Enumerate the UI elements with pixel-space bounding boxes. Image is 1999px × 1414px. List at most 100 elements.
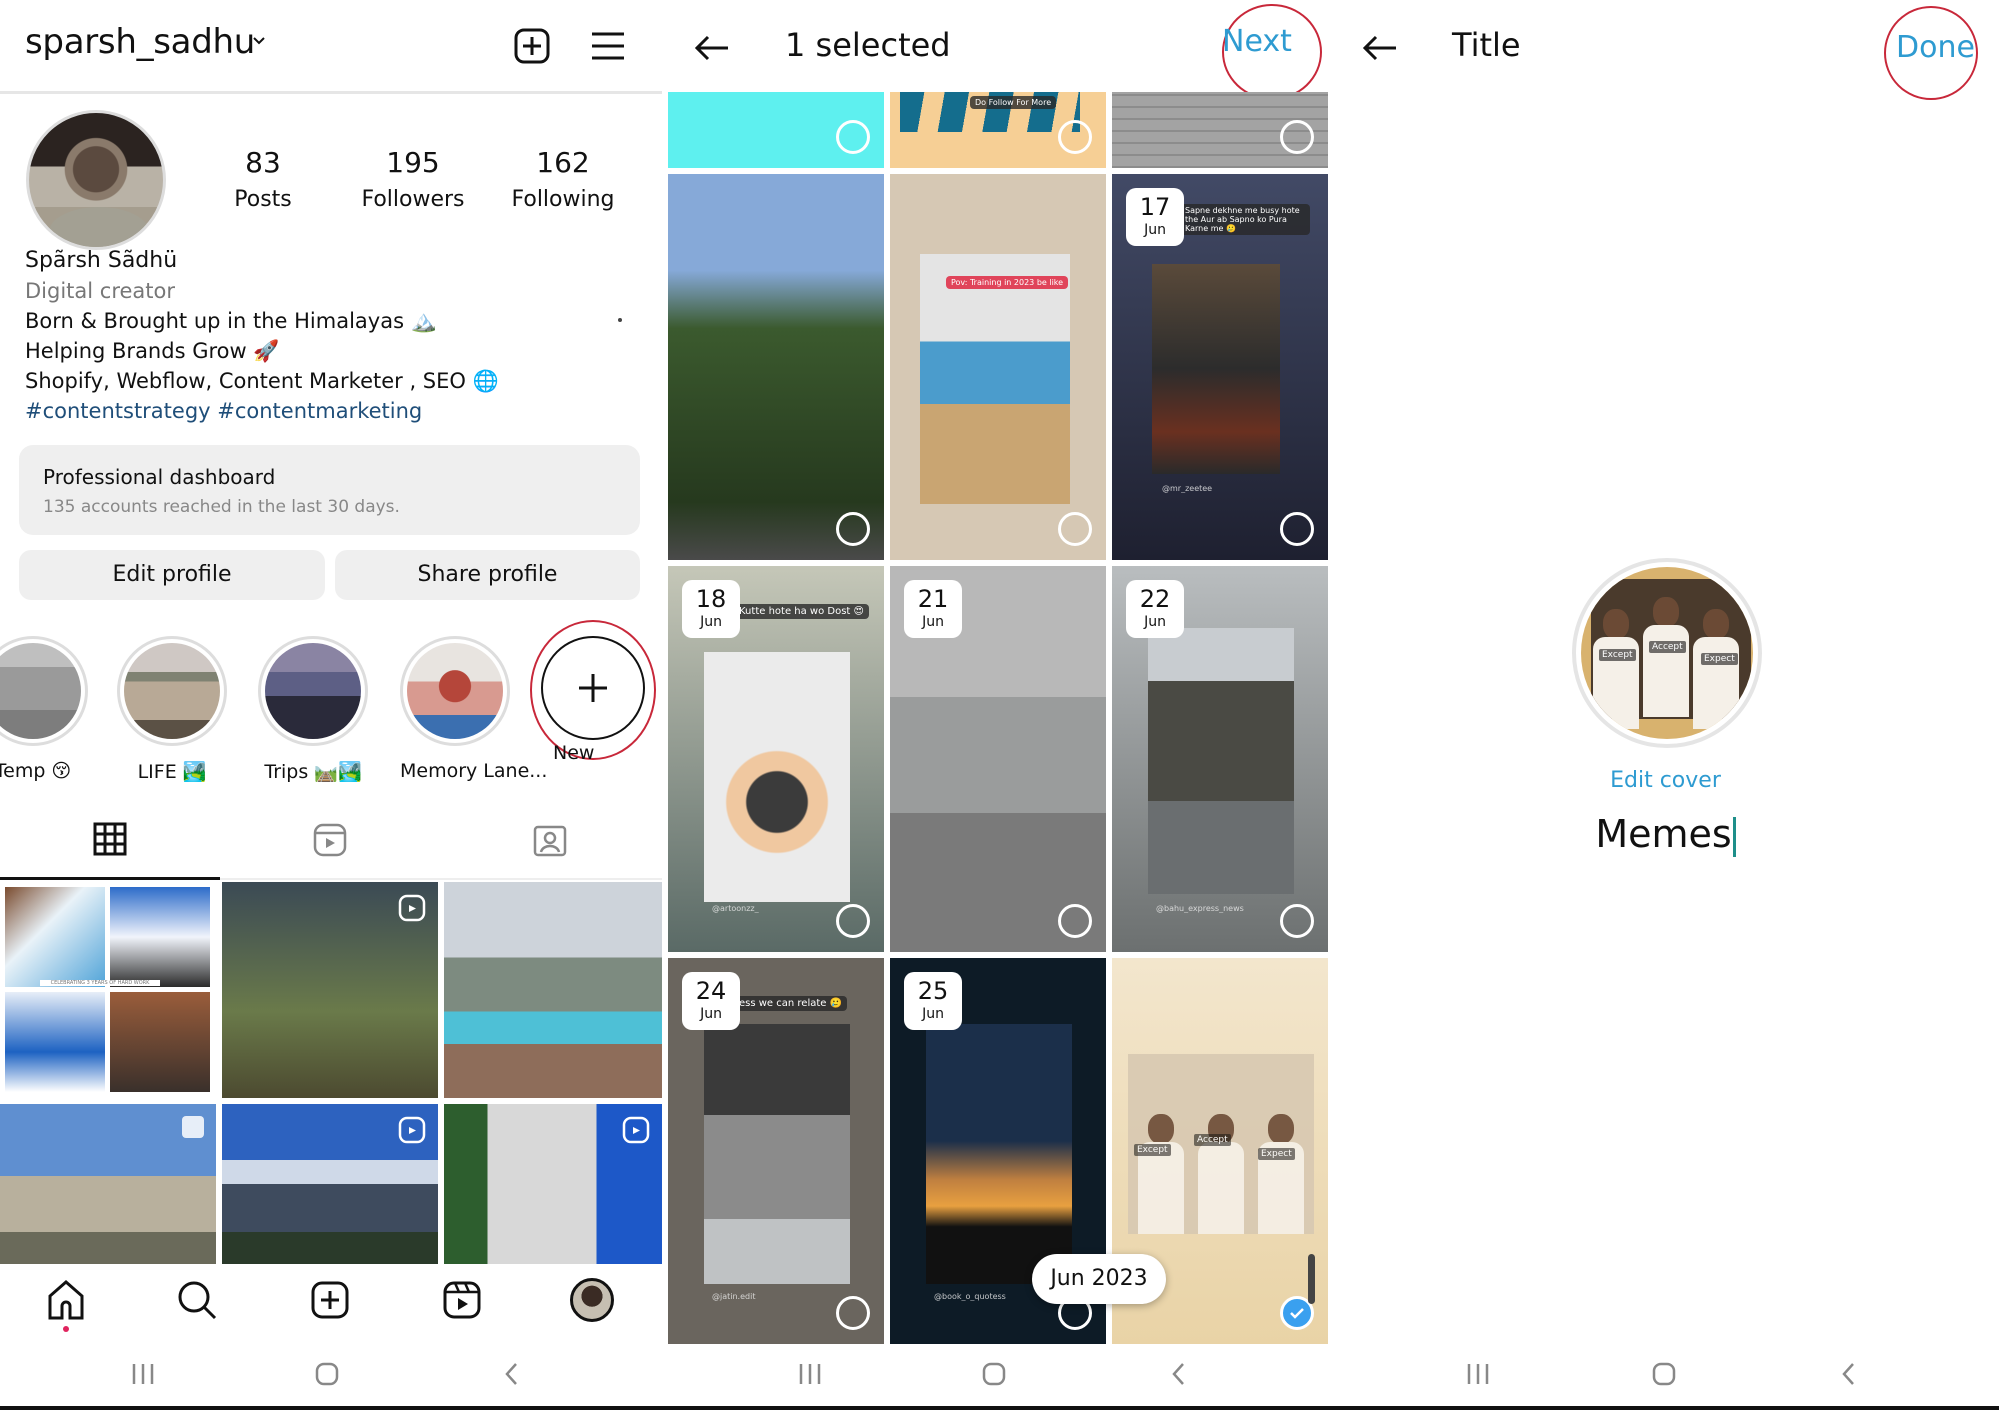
cover-label: Accept — [1649, 641, 1686, 653]
highlight-title-input[interactable]: Memes — [1332, 812, 1999, 857]
date-day: 21 — [917, 585, 949, 613]
date-month: Jun — [922, 1006, 944, 1022]
meme-label: Except — [1134, 1144, 1171, 1156]
edit-cover-link[interactable]: Edit cover — [1332, 768, 1999, 793]
story-tile[interactable]: Do Follow For More — [890, 92, 1106, 168]
story-tile[interactable] — [1112, 92, 1328, 168]
story-handle: @jatin.edit — [712, 1292, 756, 1301]
reel-badge-icon — [622, 1116, 650, 1144]
posts-count: 83 — [245, 146, 281, 179]
recent-apps-icon[interactable] — [790, 1356, 830, 1392]
tagged-icon — [533, 825, 567, 857]
post-tile[interactable] — [222, 1104, 438, 1264]
story-tile[interactable]: Pov: Training in 2023 be like — [890, 174, 1106, 560]
followers-stat[interactable]: 195 Followers — [343, 146, 483, 212]
menu-icon[interactable] — [588, 26, 628, 66]
post-tile[interactable] — [0, 1104, 216, 1264]
story-tile[interactable]: ess we can relate 🥲 @jatin.edit 24 Jun — [668, 958, 884, 1344]
story-tile[interactable]: Sapne dekhne me busy hote the Aur ab Sap… — [1112, 174, 1328, 560]
profile-avatar[interactable] — [26, 110, 166, 250]
share-profile-button[interactable]: Share profile — [335, 550, 640, 600]
reels-icon — [313, 823, 347, 857]
select-circle[interactable] — [836, 904, 870, 938]
dashboard-subtitle: 135 accounts reached in the last 30 days… — [43, 497, 400, 517]
recent-apps-icon[interactable] — [123, 1356, 163, 1392]
plus-icon — [579, 674, 607, 702]
post-tile[interactable] — [444, 1104, 662, 1264]
select-circle[interactable] — [1058, 904, 1092, 938]
bottom-nav — [0, 1268, 662, 1332]
bio: Spãrsh Sãdhü Digital creator Born & Brou… — [25, 246, 499, 426]
back-button-icon[interactable] — [1829, 1356, 1869, 1392]
chevron-down-icon[interactable] — [252, 34, 266, 48]
home-button-icon[interactable] — [1644, 1356, 1684, 1392]
tab-grid[interactable] — [0, 800, 220, 880]
story-tile[interactable]: Kutte hote ha wo Dost 😍 @artoonzz_ 18 Jun — [668, 566, 884, 952]
scrollbar-thumb[interactable] — [1308, 1254, 1315, 1304]
new-highlight-button[interactable] — [541, 636, 645, 740]
date-month: Jun — [1144, 222, 1166, 238]
select-circle[interactable] — [836, 512, 870, 546]
story-tile[interactable]: 21 Jun — [890, 566, 1106, 952]
date-badge: 25 Jun — [904, 972, 962, 1030]
profile-avatar[interactable] — [570, 1278, 614, 1322]
story-tile[interactable] — [668, 174, 884, 560]
screen-edge — [0, 1406, 662, 1410]
title-screen: Title Done Except Accept Expect Edit cov… — [1332, 0, 1999, 1410]
date-badge: 24 Jun — [682, 972, 740, 1030]
select-circle[interactable] — [836, 120, 870, 154]
home-button-icon[interactable] — [307, 1356, 347, 1392]
cover-label: Expect — [1701, 653, 1738, 665]
tab-tagged[interactable] — [440, 800, 660, 880]
done-button[interactable]: Done — [1896, 30, 1975, 65]
back-button-icon[interactable] — [1159, 1356, 1199, 1392]
new-highlight-label: New — [553, 742, 595, 764]
highlight-trips[interactable]: Trips 🛤️🏞️ — [258, 636, 368, 783]
select-circle[interactable] — [1058, 120, 1092, 154]
select-circle[interactable] — [1058, 512, 1092, 546]
back-arrow-icon[interactable] — [1360, 28, 1400, 68]
back-button-icon[interactable] — [492, 1356, 532, 1392]
highlight-label: Memory Lane... — [400, 760, 548, 782]
highlight-life[interactable]: LIFE 🏞️ — [117, 636, 227, 783]
search-icon[interactable] — [175, 1278, 219, 1322]
recent-apps-icon[interactable] — [1458, 1356, 1498, 1392]
story-tile[interactable] — [668, 92, 884, 168]
date-day: 24 — [695, 977, 727, 1005]
highlight-cover[interactable]: Except Accept Expect — [1572, 558, 1762, 748]
highlight-label: LIFE 🏞️ — [137, 761, 207, 783]
tab-reels[interactable] — [220, 800, 440, 880]
posts-stat[interactable]: 83 Posts — [193, 146, 333, 212]
highlight-temp[interactable]: Temp 😚 — [0, 636, 88, 782]
story-tile[interactable]: @bahu_express_news 22 Jun — [1112, 566, 1328, 952]
select-circle[interactable] — [1280, 120, 1314, 154]
date-day: 25 — [917, 977, 949, 1005]
home-icon[interactable] — [44, 1278, 88, 1322]
grid-icon — [93, 822, 127, 855]
reels-icon[interactable] — [440, 1278, 484, 1322]
home-button-icon[interactable] — [974, 1356, 1014, 1392]
select-circle[interactable] — [1280, 512, 1314, 546]
back-arrow-icon[interactable] — [692, 28, 732, 68]
create-icon[interactable] — [512, 26, 552, 66]
create-icon[interactable] — [308, 1278, 352, 1322]
post-tile[interactable]: CELEBRATING 3 YEARS OF HARD WORK — [0, 882, 216, 1098]
highlight-memory-lane[interactable]: Memory Lane... — [400, 636, 548, 782]
following-label: Following — [511, 187, 615, 212]
date-badge: 17 Jun — [1126, 188, 1184, 246]
following-stat[interactable]: 162 Following — [493, 146, 633, 212]
story-caption: Sapne dekhne me busy hote the Aur ab Sap… — [1180, 204, 1310, 235]
bio-dot — [618, 318, 622, 322]
select-circle[interactable] — [836, 1296, 870, 1330]
post-tile[interactable] — [222, 882, 438, 1098]
username-switcher[interactable]: sparsh_sadhu — [25, 22, 255, 62]
title-input-value: Memes — [1595, 812, 1732, 856]
select-circle[interactable] — [1280, 904, 1314, 938]
bio-hashtags[interactable]: #contentstrategy #contentmarketing — [25, 396, 499, 426]
next-button[interactable]: Next — [1222, 24, 1292, 59]
select-stories-screen: 1 selected Next Do Follow For More Pov: … — [662, 0, 1332, 1410]
story-caption: Pov: Training in 2023 be like — [946, 276, 1069, 289]
post-tile[interactable] — [444, 882, 662, 1098]
professional-dashboard[interactable]: Professional dashboard 135 accounts reac… — [19, 445, 640, 535]
edit-profile-button[interactable]: Edit profile — [19, 550, 325, 600]
